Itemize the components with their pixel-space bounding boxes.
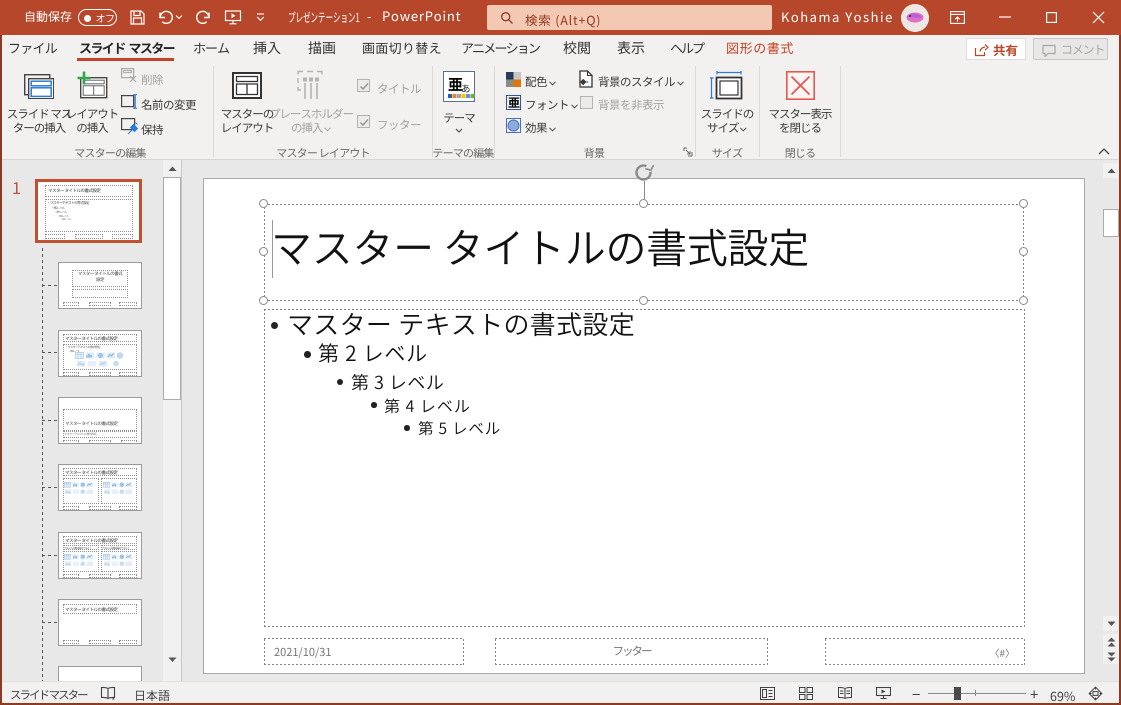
svg-text:亜: 亜 [508, 95, 520, 110]
